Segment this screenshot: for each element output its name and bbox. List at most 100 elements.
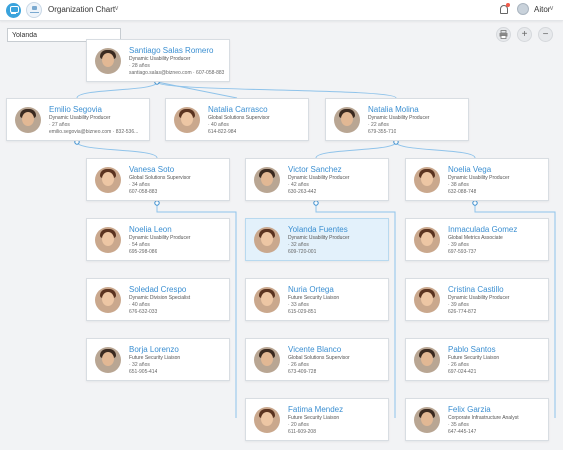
employee-name[interactable]: Fatima Mendez [288,405,343,414]
employee-name[interactable]: Natalia Carrasco [208,105,268,114]
employee-name[interactable]: Borja Lorenzo [129,345,179,354]
employee-role: Future Security Liaison [288,295,340,301]
employee-role: Corporate Infrastructure Analyst [448,415,519,421]
employee-card[interactable]: Noelia Leon Dynamic Usability Producer · 5… [86,218,230,261]
avatar-female-photo [254,407,280,433]
employee-card[interactable]: Noelia Vega Dynamic Usability Producer · 3… [405,158,549,201]
employee-contact: 615-029-851 [288,309,317,315]
employee-card[interactable]: Nuria Ortega Future Security Liaison · 33 … [245,278,389,321]
employee-name[interactable]: Nuria Ortega [288,285,334,294]
employee-contact: 679-355-710 [368,129,397,135]
employee-card[interactable]: Inmaculada Gomez Global Metrics Associate… [405,218,549,261]
employee-contact: 697-593-737 [448,249,477,255]
employee-name[interactable]: Noelia Vega [448,165,491,174]
employee-contact: 695-298-086 [129,249,158,255]
employee-name[interactable]: Inmaculada Gomez [448,225,517,234]
employee-name[interactable]: Felix Garzia [448,405,491,414]
employee-role: Global Solutions Supervisor [288,355,350,361]
employee-contact: santiago.salas@bizneo.com · 607-058-883 [129,70,225,76]
avatar-female-photo [254,227,280,253]
avatar-male-photo [334,107,360,133]
employee-name[interactable]: Santiago Salas Romero [129,46,214,55]
avatar-male-photo [254,167,280,193]
employee-role: Future Security Liaison [448,355,500,361]
employee-contact: 607-058-883 [129,189,158,195]
employee-role: Dynamic Usability Producer [368,115,430,121]
employee-name[interactable]: Vicente Blanco [288,345,341,354]
employee-contact: 611-609-208 [288,429,316,435]
employee-contact: 673-409-728 [288,369,317,375]
avatar-female-photo [414,287,440,313]
avatar-male-photo [414,407,440,433]
employee-card[interactable]: Victor Sanchez Dynamic Usability Producer… [245,158,389,201]
employee-name[interactable]: Pablo Santos [448,345,496,354]
employee-name[interactable]: Victor Sanchez [288,165,342,174]
avatar-female-photo [95,287,121,313]
employee-role: Future Security Liaison [288,415,340,421]
employee-age: · 42 años [288,182,309,188]
employee-card[interactable]: Emilio Segovia Dynamic Usability Producer… [6,98,150,141]
employee-contact: emilio.segovia@bizneo.com · 832-536... [49,129,139,135]
employee-age: · 38 años [448,182,469,188]
employee-name[interactable]: Yolanda Fuentes [288,225,348,234]
employee-card[interactable]: Santiago Salas Romero Dynamic Usability P… [86,39,230,82]
employee-age: · 20 años [288,422,309,428]
employee-card[interactable]: Vanesa Soto Global Solutions Supervisor · … [86,158,230,201]
employee-name[interactable]: Noelia Leon [129,225,172,234]
employee-role: Dynamic Usability Producer [448,175,510,181]
employee-card[interactable]: Fatima Mendez Future Security Liaison · 20… [245,398,389,441]
avatar-female-photo [254,287,280,313]
employee-name[interactable]: Soledad Crespo [129,285,186,294]
employee-role: Future Security Liaison [129,355,181,361]
avatar-male-photo [95,48,121,74]
employee-card[interactable]: Yolanda Fuentes Dynamic Usability Produce… [245,218,389,261]
employee-age: · 54 años [129,242,150,248]
employee-name[interactable]: Natalia Molina [368,105,419,114]
employee-role: Dynamic Usability Producer [129,235,191,241]
employee-age: · 22 años [368,122,389,128]
employee-name[interactable]: Cristina Castillo [448,285,504,294]
employee-role: Global Solutions Supervisor [129,175,191,181]
avatar-female-photo [174,107,200,133]
employee-age: · 34 años [129,182,150,188]
employee-age: · 35 años [448,422,469,428]
employee-name[interactable]: Vanesa Soto [129,165,174,174]
employee-role: Dynamic Usability Producer [49,115,111,121]
employee-age: · 39 años [448,242,469,248]
employee-age: · 26 años [448,362,469,368]
avatar-male-photo [95,347,121,373]
employee-card[interactable]: Felix Garzia Corporate Infrastructure Ana… [405,398,549,441]
avatar-female-photo [414,227,440,253]
employee-role: Global Solutions Supervisor [208,115,270,121]
avatar-male-photo [254,347,280,373]
employee-role: Dynamic Usability Producer [129,56,191,62]
employee-card[interactable]: Cristina Castillo Dynamic Usability Produ… [405,278,549,321]
employee-card[interactable]: Natalia Carrasco Global Solutions Supervi… [165,98,309,141]
employee-contact: 626-774-872 [448,309,477,315]
employee-age: · 32 años [288,242,309,248]
employee-contact: 647-445-147 [448,429,477,435]
employee-age: · 32 años [129,362,150,368]
employee-age: · 39 años [448,302,469,308]
employee-card[interactable]: Borja Lorenzo Future Security Liaison · 32… [86,338,230,381]
employee-age: · 40 años [208,122,229,128]
employee-contact: 676-632-033 [129,309,158,315]
employee-card[interactable]: Natalia Molina Dynamic Usability Producer… [325,98,469,141]
employee-age: · 27 años [49,122,70,128]
employee-name[interactable]: Emilio Segovia [49,105,102,114]
employee-card[interactable]: Soledad Crespo Dynamic Division Specialis… [86,278,230,321]
employee-card[interactable]: Vicente Blanco Global Solutions Superviso… [245,338,389,381]
employee-role: Dynamic Usability Producer [288,235,350,241]
avatar-female-photo [95,227,121,253]
employee-age: · 28 años [129,63,150,69]
employee-card[interactable]: Pablo Santos Future Security Liaison · 26 … [405,338,549,381]
employee-contact: 632-088-748 [448,189,477,195]
employee-contact: 614-822-984 [208,129,237,135]
avatar-female-photo [95,167,121,193]
employee-role: Global Metrics Associate [448,235,503,241]
employee-role: Dynamic Division Specialist [129,295,191,301]
employee-contact: 630-263-442 [288,189,317,195]
avatar-male-photo [15,107,41,133]
avatar-female-photo [414,167,440,193]
employee-role: Dynamic Usability Producer [448,295,510,301]
